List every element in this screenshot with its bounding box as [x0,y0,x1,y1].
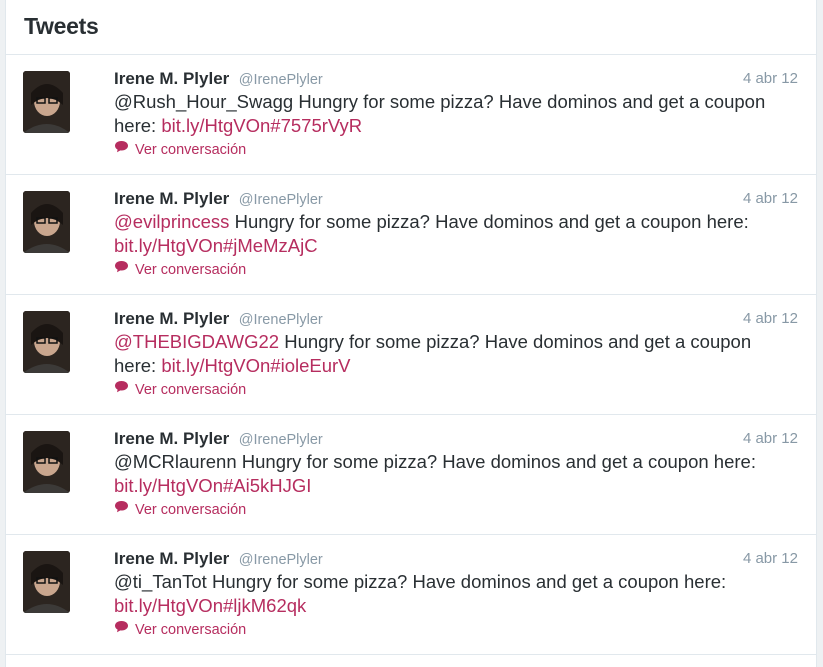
speech-bubble-icon [114,139,129,159]
tweet-mention[interactable]: @Rush_Hour_Swagg [114,91,293,112]
tweet-text: @evilprincess Hungry for some pizza? Hav… [114,210,798,258]
tweet-fullname[interactable]: Irene M. Plyler [114,309,229,328]
view-conversation-label[interactable]: Ver conversación [135,262,246,278]
tweet-timestamp[interactable]: 4 abr 12 [743,308,798,330]
tweet-timestamp[interactable]: 4 abr 12 [743,428,798,450]
tweet-body: Hungry for some pizza? Have dominos and … [229,211,749,232]
avatar[interactable] [23,311,70,373]
tweet-mention[interactable]: @ti_TanTot [114,571,207,592]
tweet-text: @THEBIGDAWG22 Hungry for some pizza? Hav… [114,330,798,378]
view-conversation-link[interactable]: Ver conversación [114,140,798,160]
tweet-username[interactable]: @IrenePlyler [239,192,323,208]
tweet-timestamp[interactable]: 4 abr 12 [743,68,798,90]
tweet-text: @MCRlaurenn Hungry for some pizza? Have … [114,450,798,498]
tweets-header: Tweets [6,0,816,55]
tweet-fullname[interactable]: Irene M. Plyler [114,549,229,568]
speech-bubble-icon [114,259,129,279]
tweet-mention[interactable]: @MCRlaurenn [114,451,237,472]
tweet-username[interactable]: @IrenePlyler [239,312,323,328]
view-conversation-link[interactable]: Ver conversación [114,500,798,520]
avatar[interactable] [23,191,70,253]
tweet-item[interactable]: Irene M. Plyler @IrenePlyler 4 abr 12 @e… [6,175,816,295]
view-conversation-label[interactable]: Ver conversación [135,502,246,518]
tweet-item[interactable]: Irene M. Plyler @IrenePlyler 4 abr 12 @t… [6,535,816,655]
tweet-body: Hungry for some pizza? Have dominos and … [236,451,756,472]
tweet-item[interactable]: Irene M. Plyler @IrenePlyler 4 abr 12 @M… [6,415,816,535]
speech-bubble-icon [114,499,129,519]
view-conversation-link[interactable]: Ver conversación [114,380,798,400]
tweet-timestamp[interactable]: 4 abr 12 [743,188,798,210]
avatar-image [23,311,70,373]
tweet-link[interactable]: bit.ly/HtgVOn#Ai5kHJGI [114,475,311,496]
view-conversation-label[interactable]: Ver conversación [135,142,246,158]
tweet-text: @Rush_Hour_Swagg Hungry for some pizza? … [114,90,798,138]
tweet-link[interactable]: bit.ly/HtgVOn#7575rVyR [161,115,362,136]
tweet-username[interactable]: @IrenePlyler [239,552,323,568]
tweet-mention[interactable]: @evilprincess [114,211,229,232]
tweet-body: Hungry for some pizza? Have dominos and … [206,571,727,592]
tweets-title: Tweets [24,13,99,39]
tweet-timestamp[interactable]: 4 abr 12 [743,548,798,570]
view-conversation-label[interactable]: Ver conversación [135,622,246,638]
avatar-image [23,431,70,493]
speech-bubble-icon [114,619,129,639]
view-conversation-label[interactable]: Ver conversación [135,382,246,398]
tweet-fullname[interactable]: Irene M. Plyler [114,429,229,448]
tweet-text: @ti_TanTot Hungry for some pizza? Have d… [114,570,798,618]
avatar-image [23,191,70,253]
avatar-image [23,551,70,613]
tweet-mention[interactable]: @THEBIGDAWG22 [114,331,279,352]
tweet-link[interactable]: bit.ly/HtgVOn#ljkM62qk [114,595,306,616]
avatar[interactable] [23,71,70,133]
tweet-link[interactable]: bit.ly/HtgVOn#jMeMzAjC [114,235,318,256]
tweet-fullname[interactable]: Irene M. Plyler [114,189,229,208]
tweet-link[interactable]: bit.ly/HtgVOn#ioleEurV [161,355,350,376]
tweet-item[interactable]: Irene M. Plyler @IrenePlyler 4 abr 12 @R… [6,55,816,175]
speech-bubble-icon [114,379,129,399]
avatar[interactable] [23,551,70,613]
tweet-username[interactable]: @IrenePlyler [239,72,323,88]
tweet-fullname[interactable]: Irene M. Plyler [114,69,229,88]
tweet-username[interactable]: @IrenePlyler [239,432,323,448]
tweets-panel: Tweets Irene M. Plyler @IrenePlyler 4 ab… [5,0,817,667]
avatar[interactable] [23,431,70,493]
view-conversation-link[interactable]: Ver conversación [114,260,798,280]
view-conversation-link[interactable]: Ver conversación [114,620,798,640]
avatar-image [23,71,70,133]
tweet-item[interactable]: Irene M. Plyler @IrenePlyler 4 abr 12 @T… [6,295,816,415]
